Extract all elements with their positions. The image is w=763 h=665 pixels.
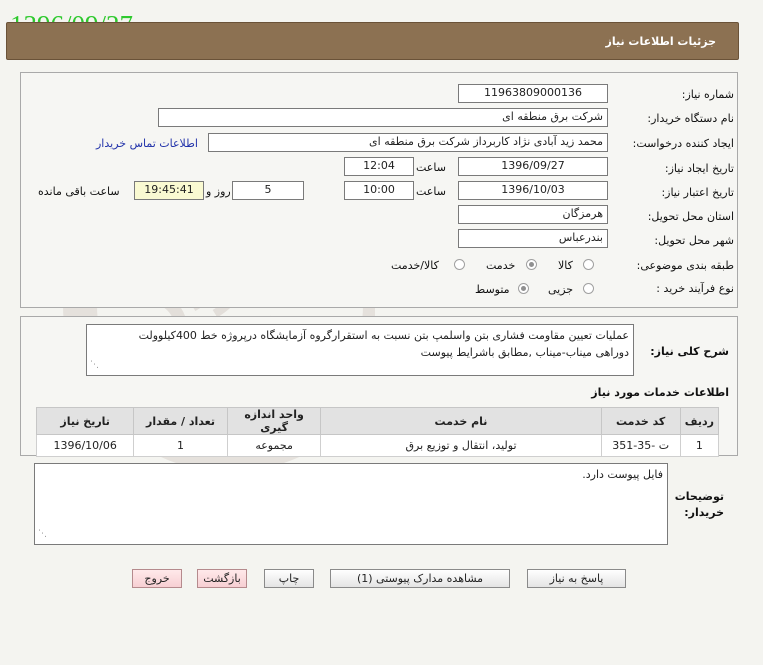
need-number-label: شماره نیاز: (681, 88, 734, 101)
reply-button[interactable]: پاسخ به نیاز (527, 569, 626, 588)
creator-label: ایجاد کننده درخواست: (632, 137, 734, 150)
validity-date-label: تاریخ اعتبار نیاز: (661, 186, 734, 199)
validity-date-field: 1396/10/03 (458, 181, 608, 200)
created-date-label: تاریخ ایجاد نیاز: (664, 162, 734, 175)
process-radio-medium[interactable] (518, 283, 529, 294)
created-date-field: 1396/09/27 (458, 157, 608, 176)
category-option-service: خدمت (486, 259, 516, 272)
buyer-notes-text: فایل پیوست دارد. (582, 468, 663, 481)
remaining-days-field: 5 (232, 181, 304, 200)
cell-quantity: 1 (133, 434, 228, 457)
category-option-goods-service: کالا/خدمت (391, 259, 439, 272)
city-field: بندرعباس (458, 229, 608, 248)
table-row: 1 ت -35-351 تولید، انتقال و توزیع برق مج… (35, 434, 720, 457)
creator-field: محمد زید آبادی نژاد کاربرداز شرکت برق من… (208, 133, 608, 152)
province-field: هرمزگان (458, 205, 608, 224)
category-label: طبقه بندی موضوعی: (636, 259, 734, 272)
page-title: جزئیات اطلاعات نیاز (605, 35, 717, 48)
description-line-1: عملیات تعیین مقاومت فشاری بتن واسلمپ بتن… (138, 329, 629, 342)
province-label: استان محل تحویل: (647, 210, 734, 223)
cell-service-name: تولید، انتقال و توزیع برق (320, 434, 602, 457)
description-label: شرح کلی نیاز: (650, 345, 729, 358)
created-time-field: 12:04 (344, 157, 414, 176)
created-time-label: ساعت (416, 161, 446, 174)
services-title: اطلاعات خدمات مورد نیاز (591, 386, 729, 399)
col-service-name: نام خدمت (320, 407, 602, 435)
city-label: شهر محل تحویل: (654, 234, 734, 247)
buyer-contact-link[interactable]: اطلاعات تماس خریدار (96, 137, 198, 150)
buyer-org-label: نام دستگاه خریدار: (647, 112, 734, 125)
buyer-org-field: شرکت برق منطقه ای (158, 108, 608, 127)
resize-grip-icon[interactable]: ⋰ (90, 357, 99, 374)
validity-time-field: 10:00 (344, 181, 414, 200)
services-table-header: ردیف کد خدمت نام خدمت واحد اندازه گیری ت… (35, 407, 720, 435)
col-row: ردیف (679, 407, 720, 435)
services-table: ردیف کد خدمت نام خدمت واحد اندازه گیری ت… (35, 407, 720, 457)
print-button[interactable]: چاپ (264, 569, 314, 588)
category-radio-service[interactable] (526, 259, 537, 270)
header-bar: جزئیات اطلاعات نیاز (6, 22, 739, 60)
cell-need-date: 1396/10/06 (35, 434, 135, 457)
remaining-time-label: ساعت باقی مانده (38, 185, 120, 198)
process-option-medium: متوسط (475, 283, 510, 296)
view-docs-button[interactable]: مشاهده مدارک پیوستی (1) (330, 569, 510, 588)
col-service-code: کد خدمت (600, 407, 681, 435)
category-option-goods: کالا (558, 259, 573, 272)
cell-unit: مجموعه (226, 434, 322, 457)
category-radio-goods[interactable] (583, 259, 594, 270)
validity-time-label: ساعت (416, 185, 446, 198)
col-need-date: تاریخ نیاز (35, 407, 135, 435)
col-quantity: تعداد / مقدار (133, 407, 228, 435)
exit-button[interactable]: خروج (132, 569, 182, 588)
remaining-time-field: 19:45:41 (134, 181, 204, 200)
process-radio-minor[interactable] (583, 283, 594, 294)
col-unit: واحد اندازه گیری (226, 407, 322, 435)
days-label: روز و (206, 185, 231, 198)
buyer-notes-label-2: خریدار: (684, 506, 724, 519)
description-line-2: دوراهی میناب-میناب ,مطابق باشرایط پیوست (420, 346, 629, 359)
process-option-minor: جزیی (548, 283, 574, 296)
buyer-notes-box: فایل پیوست دارد. ⋰ (34, 463, 668, 545)
cell-service-code: ت -35-351 (600, 434, 681, 457)
cell-row: 1 (679, 434, 720, 457)
buyer-notes-label-1: توضیحات (674, 490, 724, 503)
need-number-field: 1196380900013​6 (458, 84, 608, 103)
resize-grip-icon[interactable]: ⋰ (38, 526, 47, 543)
category-radio-goods-service[interactable] (454, 259, 465, 270)
process-label: نوع فرآیند خرید : (656, 282, 734, 295)
description-box: عملیات تعیین مقاومت فشاری بتن واسلمپ بتن… (86, 324, 634, 376)
back-button[interactable]: بازگشت (197, 569, 247, 588)
